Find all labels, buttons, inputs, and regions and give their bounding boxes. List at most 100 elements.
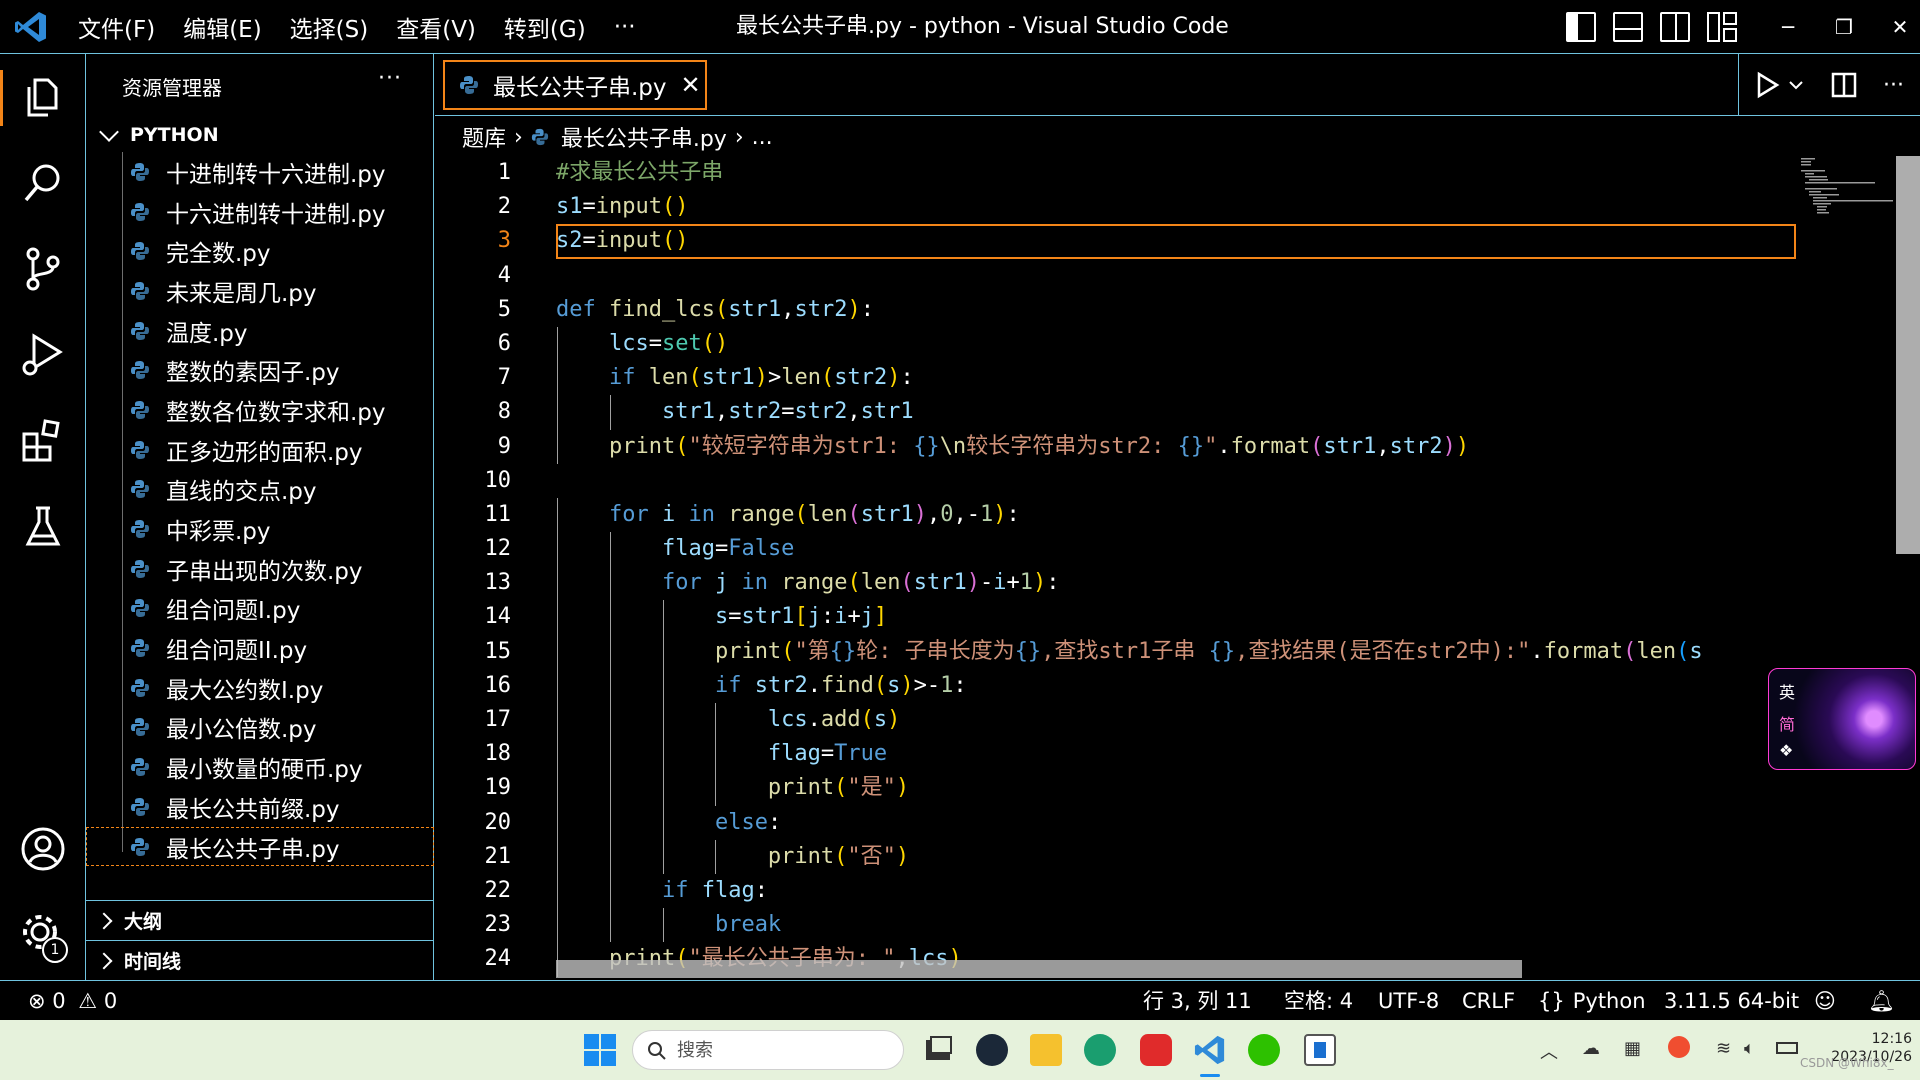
code-line[interactable]: break [556,908,1796,943]
breadcrumb-symbols[interactable]: ... [752,125,773,150]
toggle-secondary-sidebar-icon[interactable] [1660,12,1690,42]
code-line[interactable]: s=str1[j:i+j] [556,600,1796,635]
run-python-file-icon[interactable] [1753,71,1781,99]
code-line[interactable]: if len(str1)>len(str2): [556,361,1796,396]
file-tree-item[interactable]: 中彩票.py [86,509,434,549]
file-tree-item[interactable]: 最小公倍数.py [86,708,434,748]
horizontal-scrollbar-thumb[interactable] [556,960,1522,978]
taskbar-search-box[interactable]: 搜索 [632,1030,904,1070]
ime-floating-widget[interactable]: 英 简 ❖ [1768,668,1916,770]
code-editor[interactable]: 1 2 3 4 5 6 7 8 9 10 11 12 13 14 15 16 17 18 19 20 21 22 23 24 … [435,156,1920,980]
restore-icon[interactable]: ❐ [1816,15,1872,39]
file-tree-item[interactable]: 组合问题I.py [86,589,434,629]
outline-panel-header[interactable]: 大纲 [86,900,434,940]
breadcrumb-folder[interactable]: 题库 [462,121,506,153]
ime-language-toggle[interactable]: 英 [1779,679,1795,703]
code-lines[interactable]: #求最长公共子串 s1=input() s2=input() def find_lcs… [556,156,1796,977]
menu-more[interactable]: ··· [614,14,636,40]
file-tree-item[interactable]: 完全数.py [86,231,434,271]
file-tree-item[interactable]: 未来是周几.py [86,271,434,311]
task-view-icon[interactable] [922,1034,954,1066]
vscode-logo-icon[interactable] [14,10,48,44]
testing-icon[interactable] [18,502,68,552]
menu-edit[interactable]: 编辑(E) [183,10,261,44]
run-dropdown-chevron-icon[interactable] [1787,76,1805,94]
workspace-folder-header[interactable]: PYTHON [96,122,219,146]
code-line[interactable] [556,259,1796,293]
code-line[interactable]: print("第{}轮: 子串长度为{},查找str1子串 {},查找结果(是否… [556,634,1796,669]
split-editor-icon[interactable] [1831,72,1857,98]
code-line[interactable]: if flag: [556,873,1796,909]
windows-start-icon[interactable] [584,1034,616,1066]
code-line[interactable]: for j in range(len(str1)-i+1): [556,566,1796,601]
menu-go[interactable]: 转到(G) [504,10,586,44]
code-line[interactable]: #求最长公共子串 [556,156,1796,190]
code-line[interactable] [556,464,1796,498]
file-tree-item[interactable]: 直线的交点.py [86,470,434,510]
code-line[interactable]: flag=True [556,737,1796,772]
notifications-bell-icon[interactable]: 🔔︎ [1868,981,1895,1021]
menu-file[interactable]: 文件(F) [78,10,155,44]
customize-layout-icon[interactable] [1707,12,1737,42]
language-mode[interactable]: {} Python [1538,981,1646,1021]
file-tree-item[interactable]: 十六进制转十进制.py [86,192,434,232]
python-interpreter[interactable]: 3.11.5 64-bit [1664,981,1799,1021]
explorer-more-actions-icon[interactable]: ··· [378,66,402,91]
edge-browser-icon[interactable] [1084,1034,1116,1066]
tray-overflow-chevron-icon[interactable]: ︿ [1540,1038,1558,1064]
source-control-icon[interactable] [18,244,68,294]
end-of-line[interactable]: CRLF [1462,981,1515,1021]
file-tree-item[interactable]: 温度.py [86,311,434,351]
netease-music-icon[interactable] [1140,1034,1172,1066]
explorer-icon[interactable] [18,72,68,122]
steam-icon[interactable] [976,1034,1008,1066]
wechat-icon[interactable] [1248,1034,1280,1066]
code-line[interactable]: print("否") [556,839,1796,874]
menu-view[interactable]: 查看(V) [396,10,476,44]
remote-desktop-icon[interactable] [1304,1034,1336,1066]
sogou-icon[interactable] [1668,1036,1690,1058]
code-line[interactable]: s2=input() [556,224,1796,259]
encoding[interactable]: UTF-8 [1378,981,1439,1021]
indentation[interactable]: 空格: 4 [1284,981,1353,1021]
file-tree-item[interactable]: 最小数量的硬币.py [86,747,434,787]
accounts-icon[interactable] [18,824,68,874]
close-tab-icon[interactable]: ✕ [681,71,701,99]
minimize-icon[interactable]: ─ [1760,15,1816,39]
toggle-panel-icon[interactable] [1613,12,1643,42]
code-line[interactable]: if str2.find(s)>-1: [556,668,1796,703]
tab-active-file[interactable]: 最长公共子串.py ✕ [443,60,707,110]
minimap[interactable] [1797,156,1895,216]
file-explorer-icon[interactable] [1030,1034,1062,1066]
file-tree-item[interactable]: 十进制转十六进制.py [86,152,434,192]
file-tree-item[interactable]: 最大公约数I.py [86,668,434,708]
more-actions-icon[interactable]: ··· [1883,73,1904,98]
code-line[interactable]: def find_lcs(str1,str2): [556,293,1796,327]
code-line[interactable]: lcs=set() [556,326,1796,362]
code-line[interactable]: for i in range(len(str1),0,-1): [556,497,1796,533]
file-tree-item[interactable]: 最长公共子串.py [86,826,434,867]
file-tree-item[interactable]: 组合问题II.py [86,628,434,668]
timeline-panel-header[interactable]: 时间线 [86,940,434,980]
battery-icon[interactable] [1776,1042,1798,1054]
code-line[interactable]: print("较短字符串为str1: {}\n较长字符串为str2: {}".f… [556,429,1796,464]
code-line[interactable]: s1=input() [556,190,1796,224]
code-line[interactable]: else: [556,805,1796,840]
code-line[interactable]: flag=False [556,532,1796,567]
cursor-position[interactable]: 行 3, 列 11 [1143,981,1252,1021]
code-line[interactable]: lcs.add(s) [556,703,1796,738]
file-tree-item[interactable]: 子串出现的次数.py [86,549,434,589]
code-line[interactable]: print("是") [556,771,1796,806]
code-line[interactable]: str1,str2=str2,str1 [556,395,1796,430]
feedback-icon[interactable]: ☺ [1814,981,1836,1021]
ime-mode-toggle[interactable]: 简 [1779,711,1795,735]
close-window-icon[interactable]: ✕ [1872,15,1920,39]
menu-selection[interactable]: 选择(S) [290,10,369,44]
problems-status[interactable]: ⊗ 0 ⚠ 0 [28,981,117,1021]
file-tree-item[interactable]: 正多边形的面积.py [86,430,434,470]
toggle-primary-sidebar-icon[interactable] [1566,12,1596,42]
vscode-taskbar-icon[interactable] [1194,1034,1226,1066]
wifi-icon[interactable]: ≋ [1716,1038,1731,1059]
breadcrumb-file[interactable]: 最长公共子串.py [561,121,727,153]
run-and-debug-icon[interactable] [18,330,68,380]
